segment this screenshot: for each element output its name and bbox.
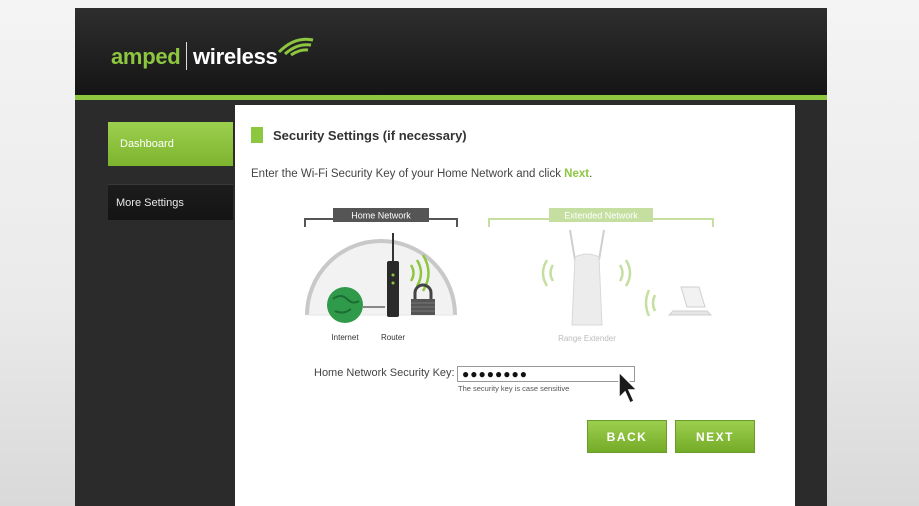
network-diagram: Home Network Internet Router Extended Ne… — [304, 208, 714, 343]
extended-network-bracket: Extended Network — [488, 208, 714, 227]
section-title: Security Settings (if necessary) — [251, 127, 467, 143]
instruction-text: Enter the Wi-Fi Security Key of your Hom… — [251, 168, 592, 180]
sidebar-item-more-settings[interactable]: More Settings — [108, 184, 233, 220]
back-button[interactable]: BACK — [587, 420, 667, 453]
sidebar-item-label: Dashboard — [120, 138, 174, 150]
logo-wireless-text: wireless — [193, 44, 278, 69]
home-network-bracket: Home Network — [304, 208, 458, 227]
title-marker-icon — [251, 127, 263, 143]
back-button-label: BACK — [606, 429, 648, 444]
router-label: Router — [381, 333, 405, 342]
range-extender-label: Range Extender — [558, 334, 616, 343]
main-panel: Security Settings (if necessary) Enter t… — [235, 105, 795, 506]
security-key-hint: The security key is case sensitive — [458, 384, 570, 393]
laptop-icon — [667, 286, 713, 316]
logo-divider — [186, 42, 187, 70]
internet-globe-icon — [327, 287, 363, 323]
extended-network-label: Extended Network — [564, 211, 638, 221]
instruction-next: Next — [564, 168, 590, 180]
sidebar: Dashboard More Settings — [75, 100, 235, 506]
sidebar-item-label: More Settings — [116, 196, 184, 209]
security-key-label: Home Network Security Key: — [314, 367, 455, 379]
next-button-label: NEXT — [695, 429, 734, 444]
range-extender-icon — [569, 229, 605, 326]
app-window: amped wireless Dashboard More Settings S… — [75, 8, 827, 506]
header: amped wireless — [75, 8, 827, 95]
right-gutter — [795, 105, 827, 506]
home-network-label: Home Network — [351, 211, 411, 221]
page-title: Security Settings (if necessary) — [273, 127, 467, 143]
sidebar-item-dashboard[interactable]: Dashboard — [108, 122, 233, 166]
logo-amped-text: amped — [111, 44, 181, 69]
next-button[interactable]: NEXT — [675, 420, 755, 453]
instruction-post: . — [589, 168, 593, 180]
internet-label: Internet — [331, 333, 359, 342]
mouse-pointer-icon — [618, 370, 639, 405]
wireless-swoosh-icon — [277, 37, 314, 56]
instruction-pre: Enter the Wi-Fi Security Key of your Hom… — [251, 168, 565, 180]
security-key-input[interactable]: ●●●●●●●● — [457, 366, 635, 382]
